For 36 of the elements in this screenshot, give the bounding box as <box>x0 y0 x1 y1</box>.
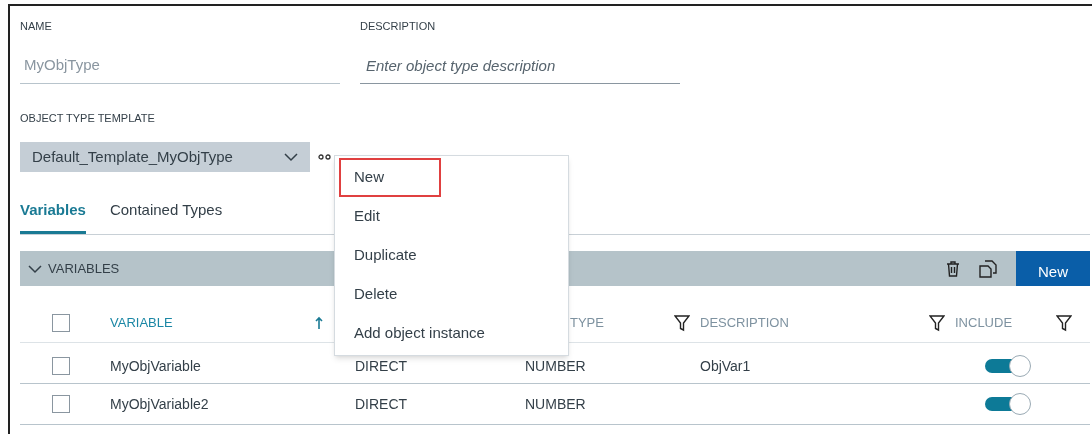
menu-item[interactable]: Delete <box>339 275 559 314</box>
menu-item[interactable]: Edit <box>339 197 559 236</box>
menu-item[interactable]: Duplicate <box>339 236 559 275</box>
table-cell: MyObjVariable <box>110 357 201 374</box>
filter-icon[interactable] <box>929 313 945 332</box>
tab[interactable]: Contained Types <box>109 196 223 234</box>
table-cell: DIRECT <box>355 357 408 374</box>
table-cell: ObjVar1 <box>700 357 751 374</box>
template-dropdown[interactable]: Default_Template_MyObjType <box>20 142 310 172</box>
description-field[interactable]: Enter object type description <box>360 48 680 84</box>
table-cell: DIRECT <box>355 395 408 412</box>
menu-item[interactable]: New <box>339 158 441 197</box>
more-icon[interactable] <box>318 153 332 161</box>
checkbox[interactable] <box>52 357 70 375</box>
section-title: VARIABLES <box>48 259 120 278</box>
chevron-down-icon <box>284 152 298 162</box>
tab[interactable]: Variables <box>20 196 86 234</box>
table-cell: MyObjVariable2 <box>110 395 209 412</box>
column-header[interactable]: VARIABLE <box>110 312 315 333</box>
sort-arrow-icon[interactable] <box>315 315 323 330</box>
checkbox[interactable] <box>52 395 70 413</box>
menu-item[interactable]: Add object instance <box>339 314 559 353</box>
include-toggle[interactable] <box>985 355 1031 377</box>
delete-icon[interactable] <box>944 259 962 278</box>
chevron-down-icon[interactable] <box>28 263 42 274</box>
copy-icon[interactable] <box>978 258 998 279</box>
filter-icon[interactable] <box>674 313 690 332</box>
field-label: DESCRIPTION <box>360 19 437 34</box>
field-label: OBJECT TYPE TEMPLATE <box>20 111 156 126</box>
checkbox[interactable] <box>52 313 70 332</box>
table-cell: NUMBER <box>525 357 586 374</box>
new-button[interactable]: New <box>1016 251 1090 286</box>
filter-icon[interactable] <box>1056 313 1072 332</box>
include-toggle[interactable] <box>985 393 1031 415</box>
field-label: NAME <box>20 19 53 34</box>
table-cell: NUMBER <box>525 395 586 412</box>
